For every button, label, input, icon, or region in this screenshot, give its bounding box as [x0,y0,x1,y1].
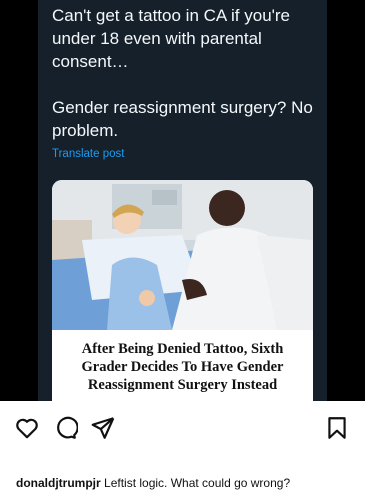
translate-post-link[interactable]: Translate post [52,148,124,160]
comment-icon[interactable] [52,415,78,441]
article-headline: After Being Denied Tattoo, Sixth Grader … [81,341,284,393]
instagram-post-panel: donaldjtrumpjr Leftist logic. What could… [0,401,365,500]
share-icon[interactable] [90,415,116,441]
hospital-photo [52,180,313,330]
post-caption: donaldjtrumpjr Leftist logic. What could… [16,476,356,490]
caption-text: Leftist logic. What could go wrong? [104,476,291,490]
article-card[interactable]: After Being Denied Tattoo, Sixth Grader … [52,180,313,401]
caption-username[interactable]: donaldjtrumpjr [16,476,101,490]
heart-icon[interactable] [14,415,40,441]
bookmark-icon[interactable] [324,415,350,441]
post-text: Can't get a tattoo in CA if you're under… [52,6,313,140]
embedded-post-screenshot: Can't get a tattoo in CA if you're under… [38,0,327,401]
